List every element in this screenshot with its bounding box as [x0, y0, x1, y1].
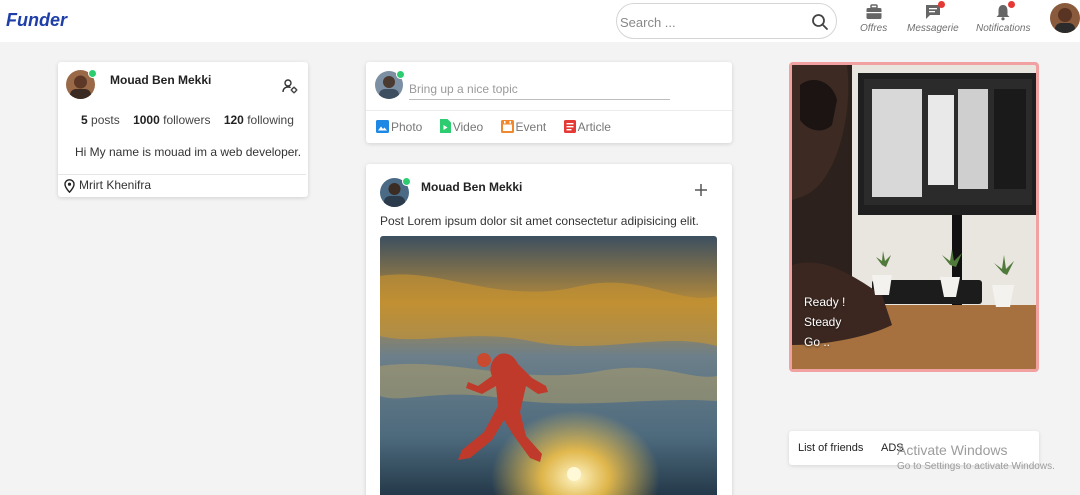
avatar[interactable]: [66, 69, 97, 99]
stat-posts-label: posts: [91, 113, 120, 127]
brand-logo[interactable]: Funder: [6, 10, 67, 31]
online-status-dot: [402, 177, 411, 186]
divider: [58, 174, 306, 175]
windows-activation-watermark: Activate Windows Go to Settings to activ…: [897, 442, 1055, 472]
briefcase-icon: [866, 4, 882, 19]
post-text: Post Lorem ipsum dolor sit amet consecte…: [380, 214, 699, 228]
post-author-avatar[interactable]: [380, 177, 411, 207]
promo-line-3: Go ..: [804, 335, 831, 349]
profile-name[interactable]: Mouad Ben Mekki: [110, 73, 211, 87]
location-text: Mrirt Khenifra: [79, 178, 152, 192]
profile-bio: Hi My name is mouad im a web developer.: [75, 145, 302, 159]
nav-offres[interactable]: Offres: [860, 3, 887, 34]
article-label: Article: [577, 120, 611, 134]
user-settings-icon[interactable]: [282, 78, 298, 94]
video-label: Video: [452, 120, 484, 134]
bell-icon-wrap: [994, 1, 1016, 21]
profile-location: Mrirt Khenifra: [64, 178, 152, 194]
photo-button[interactable]: Photo: [376, 120, 422, 134]
nav-messagerie[interactable]: Messagerie: [907, 1, 959, 34]
search-icon[interactable]: [811, 13, 829, 31]
nav-messagerie-label: Messagerie: [907, 23, 959, 34]
event-label: Event: [515, 120, 547, 134]
online-status-dot: [88, 69, 97, 78]
nav-notifications[interactable]: Notifications: [976, 1, 1031, 34]
user-avatar-image: [1050, 3, 1080, 33]
top-navbar: Funder Offres Messagerie: [0, 0, 1080, 42]
stat-followers[interactable]: 1000 followers: [133, 113, 210, 127]
search-box: [616, 3, 837, 39]
post-composer: Photo Video Event Article: [366, 62, 732, 143]
stat-followers-label: followers: [163, 113, 211, 127]
tab-list-of-friends[interactable]: List of friends: [798, 442, 863, 454]
post-image[interactable]: [380, 236, 717, 495]
topic-input[interactable]: [409, 79, 670, 100]
divider: [366, 110, 732, 111]
event-icon: [500, 120, 514, 133]
stat-posts[interactable]: 5 posts: [81, 113, 120, 127]
promo-line-2: Steady: [804, 315, 842, 329]
message-icon-wrap: [924, 1, 945, 21]
online-status-dot: [396, 70, 405, 79]
watermark-subtitle: Go to Settings to activate Windows.: [897, 461, 1055, 472]
photo-label: Photo: [391, 120, 423, 134]
article-icon: [563, 120, 576, 133]
stat-followers-value: 1000: [133, 113, 160, 127]
video-icon: [439, 119, 451, 133]
notification-badge: [1008, 1, 1016, 8]
promo-line-1: Ready !: [804, 295, 846, 309]
stat-following-value: 120: [223, 113, 244, 127]
message-badge: [937, 1, 945, 8]
nav-offres-label: Offres: [860, 23, 888, 34]
photo-icon: [376, 120, 389, 133]
promo-banner[interactable]: Ready ! Steady Go ..: [789, 62, 1039, 372]
location-pin-icon: [64, 178, 75, 194]
event-button[interactable]: Event: [500, 120, 547, 134]
painting-image: [380, 236, 717, 495]
search-input[interactable]: [620, 12, 800, 32]
composer-avatar[interactable]: [375, 70, 405, 99]
article-button[interactable]: Article: [563, 120, 611, 134]
stat-posts-value: 5: [81, 113, 88, 127]
post-author-name[interactable]: Mouad Ben Mekki: [421, 180, 522, 194]
video-button[interactable]: Video: [439, 119, 484, 134]
plus-icon[interactable]: [694, 183, 708, 197]
nav-notifications-label: Notifications: [976, 23, 1031, 34]
stat-following[interactable]: 120 following: [224, 113, 294, 127]
post-card: Mouad Ben Mekki Post Lorem ipsum dolor s…: [366, 164, 732, 495]
profile-card: Mouad Ben Mekki 5 posts 1000 followers 1…: [58, 62, 308, 197]
nav-user-avatar[interactable]: [1050, 3, 1080, 33]
composer-actions: Photo Video Event Article: [376, 119, 625, 134]
profile-stats: 5 posts 1000 followers 120 following: [81, 113, 304, 127]
stat-following-label: following: [247, 113, 294, 127]
watermark-title: Activate Windows: [897, 442, 1008, 458]
